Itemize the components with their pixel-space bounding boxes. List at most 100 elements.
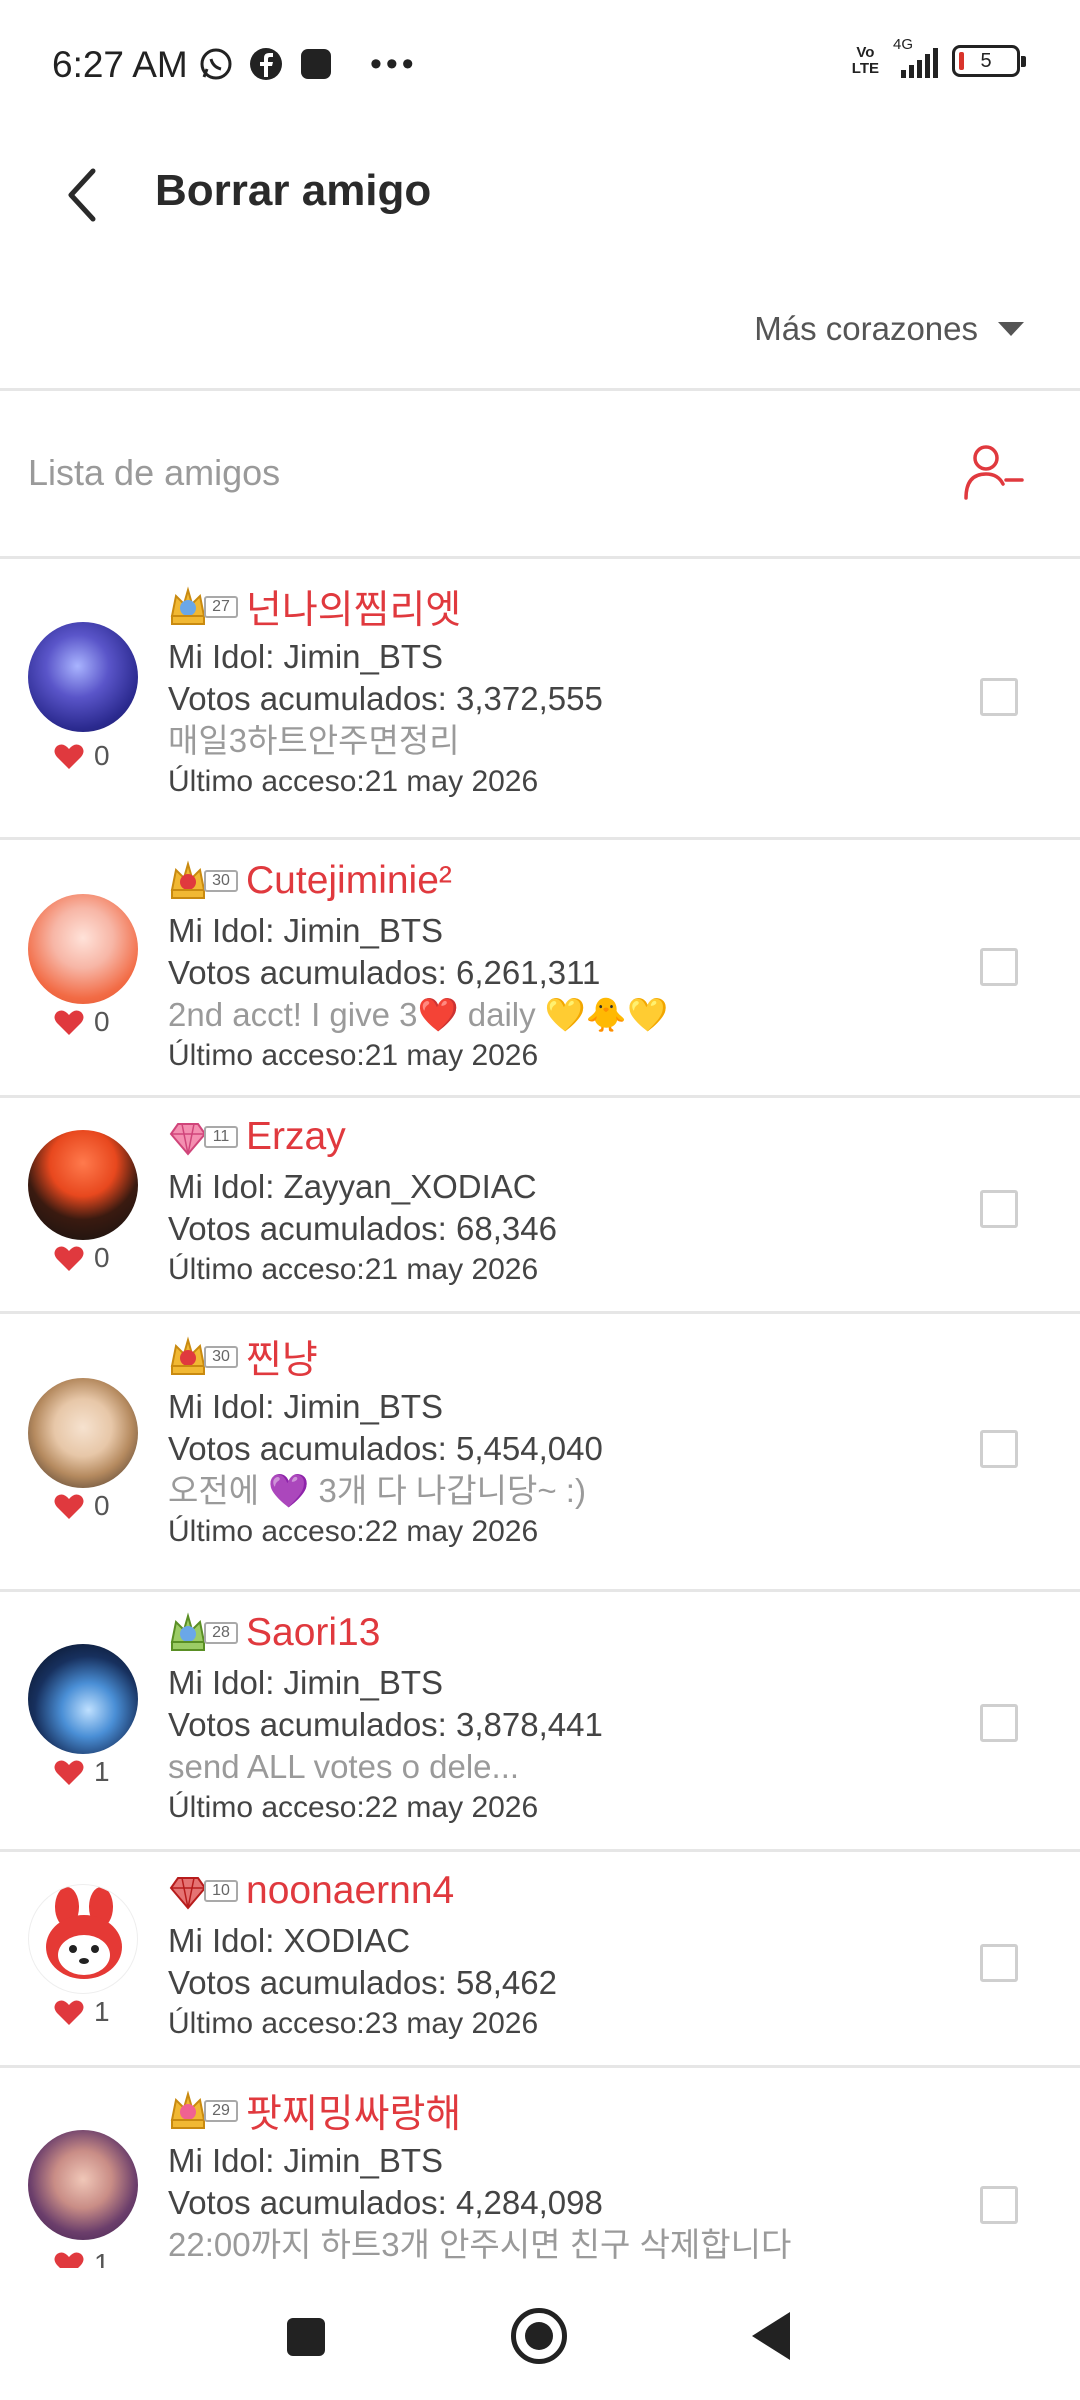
signal-icon: 4G [893,36,938,78]
heart-icon [54,1010,84,1035]
level-number: 30 [204,870,238,892]
friend-votes: Votos acumulados: 68,346 [168,1210,557,1247]
friend-message: 매일3하트안주면정리 [168,722,460,759]
friend-votes: Votos acumulados: 3,878,441 [168,1706,603,1743]
divider [0,388,1080,391]
select-checkbox[interactable] [980,1190,1018,1228]
battery-icon: 5 [952,45,1026,77]
level-badge-icon: 30 [168,860,238,902]
level-badge-icon: 28 [168,1612,238,1654]
chevron-left-icon [68,168,96,222]
heart-count: 0 [54,740,110,772]
friend-name: 팟찌밍싸랑해 [246,2093,462,2136]
friend-idol: Mi Idol: XODIAC [168,1922,411,1959]
heart-count: 1 [54,2248,110,2270]
level-number: 27 [204,596,238,618]
select-checkbox[interactable] [980,1704,1018,1742]
friend-list-label: Lista de amigos [28,452,281,493]
friend-name: noonaernn4 [246,1869,455,1912]
select-checkbox[interactable] [980,1944,1018,1982]
whatsapp-icon [198,46,234,82]
page-title: Borrar amigo [155,166,432,215]
avatar [28,1884,138,1994]
friend-name: 찐냥 [246,1339,318,1382]
heart-count: 0 [54,1242,110,1274]
app-header: Borrar amigo [0,140,1080,250]
friend-idol: Mi Idol: Jimin_BTS [168,2142,444,2179]
friend-votes: Votos acumulados: 4,284,098 [168,2184,603,2221]
friend-last-access: Último acceso:21 may 2026 [168,765,539,798]
level-number: 30 [204,1346,238,1368]
list-item[interactable]: 1 10 noonaernn4 Mi Idol: XODIAC Votos ac… [0,1852,1080,2068]
caret-down-icon [998,322,1024,336]
heart-icon [54,744,84,769]
avatar [28,1130,138,1240]
friend-last-access: Último acceso:23 may 2026 [168,2007,539,2040]
list-item[interactable]: 1 29 팟찌밍싸랑해 Mi Idol: Jimin_BTS Votos acu… [0,2068,1080,2270]
app-notification-icon [298,46,334,82]
back-button[interactable] [48,160,118,230]
status-time: 6:27 AM [52,44,188,85]
level-badge-icon: 11 [168,1116,238,1158]
level-number: 29 [204,2100,238,2122]
friend-message: 2nd acct! I give 3❤️ daily 💛🐥💛 [168,996,669,1033]
friend-name: Erzay [246,1115,346,1158]
friend-message: 22:00까지 하트3개 안주시면 친구 삭제합니다 [168,2226,792,2263]
sort-dropdown[interactable]: Más corazones [754,310,1024,348]
heart-count: 0 [54,1006,110,1038]
level-badge-icon: 30 [168,1336,238,1378]
status-bar: 6:27 AM ••• Vo LTE 4G 5 [0,0,1080,130]
avatar [28,894,138,1004]
divider [0,556,1080,559]
level-badge-icon: 10 [168,1870,238,1912]
friend-last-access: Último acceso:21 may 2026 [168,1039,539,1072]
heart-icon [54,1246,84,1271]
list-item[interactable]: 0 30 Cutejiminie² Mi Idol: Jimin_BTS Vot… [0,840,1080,1098]
facebook-icon [248,46,284,82]
select-checkbox[interactable] [980,678,1018,716]
volte-icon: Vo LTE [851,44,879,77]
level-number: 10 [204,1880,238,1902]
level-number: 28 [204,1622,238,1644]
recents-button[interactable] [287,2318,325,2356]
heart-icon [54,1494,84,1519]
heart-icon [54,1760,84,1785]
friend-message: send ALL votes o dele... [168,1748,520,1785]
friend-last-access: Último acceso:21 may 2026 [168,1253,539,1286]
friend-list: 0 27 넌나의찜리엣 Mi Idol: Jimin_BTS Votos acu… [0,560,1080,2270]
avatar [28,622,138,732]
select-checkbox[interactable] [980,1430,1018,1468]
user-minus-icon[interactable] [962,440,1026,504]
avatar [28,1378,138,1488]
list-item[interactable]: 1 28 Saori13 Mi Idol: Jimin_BTS Votos ac… [0,1592,1080,1852]
friend-votes: Votos acumulados: 5,454,040 [168,1430,603,1467]
heart-count: 0 [54,1490,110,1522]
home-button[interactable] [511,2308,567,2364]
list-item[interactable]: 0 11 Erzay Mi Idol: Zayyan_XODIAC Votos … [0,1098,1080,1314]
friend-idol: Mi Idol: Zayyan_XODIAC [168,1168,537,1205]
friend-last-access: Último acceso:22 may 2026 [168,1515,539,1548]
friend-idol: Mi Idol: Jimin_BTS [168,638,444,675]
friend-idol: Mi Idol: Jimin_BTS [168,912,444,949]
heart-count: 1 [54,1756,110,1788]
nav-back-button[interactable] [752,2312,790,2360]
sort-label: Más corazones [754,310,978,347]
select-checkbox[interactable] [980,948,1018,986]
friend-idol: Mi Idol: Jimin_BTS [168,1664,444,1701]
avatar [28,1644,138,1754]
heart-icon [54,2000,84,2025]
friend-name: Saori13 [246,1611,381,1654]
more-notifications-icon: ••• [370,45,418,83]
system-icons: Vo LTE 4G 5 [851,36,1026,78]
list-item[interactable]: 0 30 찐냥 Mi Idol: Jimin_BTS Votos acumula… [0,1314,1080,1592]
list-item[interactable]: 0 27 넌나의찜리엣 Mi Idol: Jimin_BTS Votos acu… [0,560,1080,840]
friend-list-header: Lista de amigos [0,392,1080,557]
heart-count: 1 [54,1996,110,2028]
friend-message: 오전에 💜 3개 다 나갑니당~ :) [168,1472,586,1509]
system-nav-bar [0,2268,1080,2400]
friend-last-access: Último acceso:22 may 2026 [168,1791,539,1824]
level-number: 11 [204,1126,238,1148]
friend-name: Cutejiminie² [246,859,452,902]
select-checkbox[interactable] [980,2186,1018,2224]
notification-icons: ••• [198,46,418,82]
